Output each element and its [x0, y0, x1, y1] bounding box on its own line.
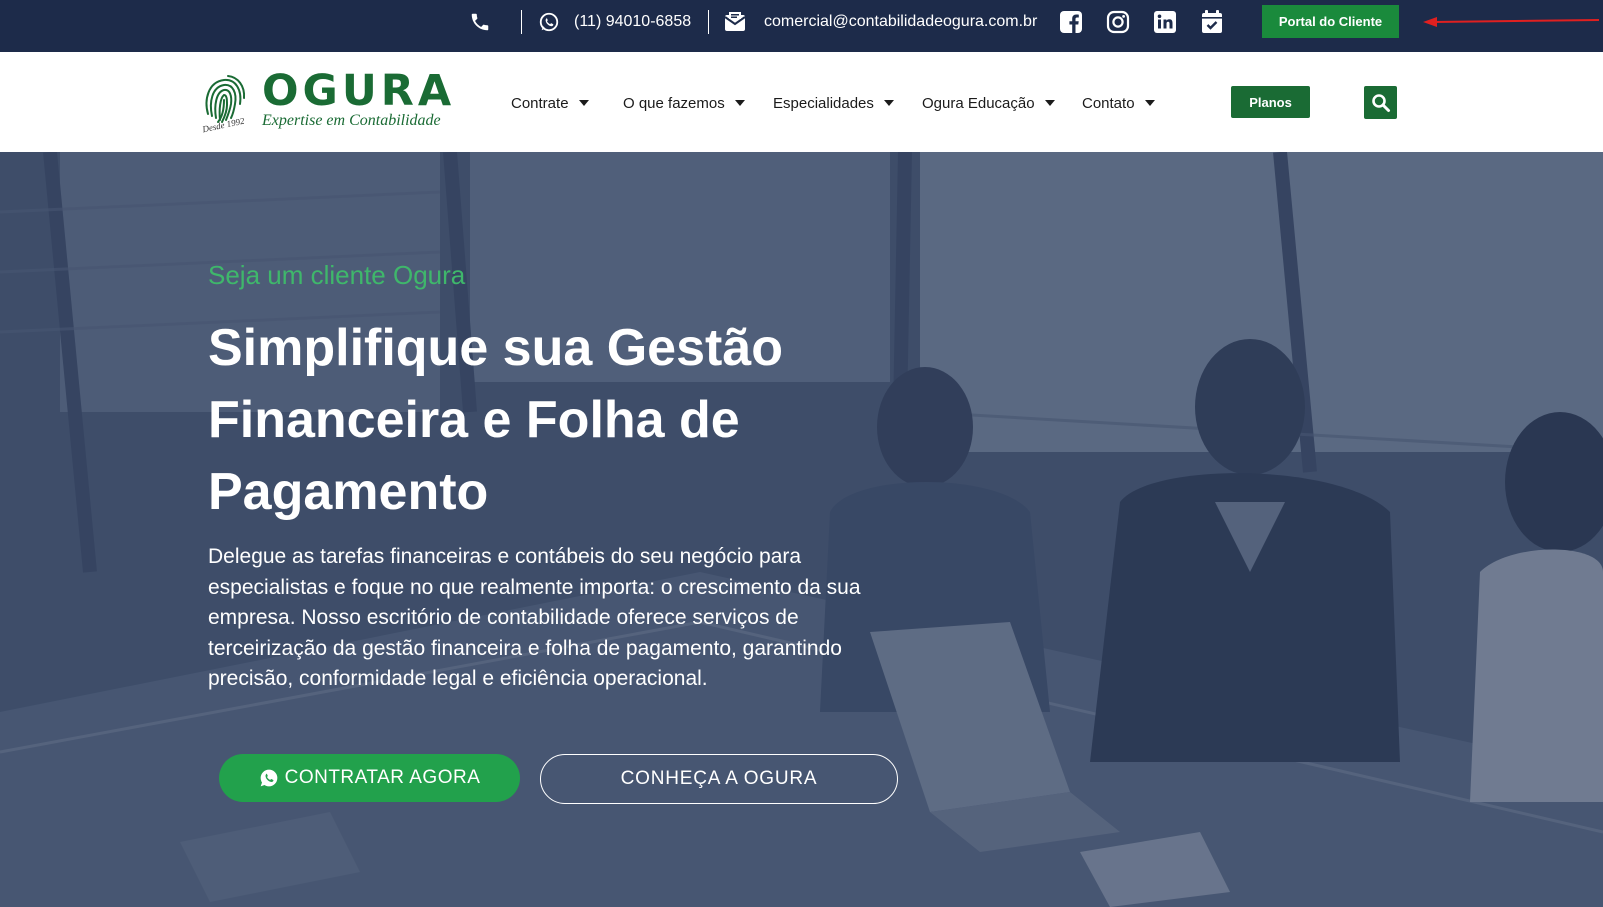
nav-item-label: O que fazemos [623, 94, 725, 112]
email-icon[interactable] [722, 9, 748, 35]
hero-eyebrow: Seja um cliente Ogura [208, 260, 466, 290]
caret-down-icon [1044, 100, 1055, 106]
site-header: Desde 1992 OGURA Expertise em Contabilid… [0, 52, 1603, 152]
caret-down-icon [883, 100, 894, 106]
nav-item-label: Contrate [511, 94, 569, 112]
nav-item-especialidades[interactable]: Especialidades [773, 92, 894, 114]
whatsapp-icon[interactable] [536, 9, 562, 35]
ogura-logo[interactable]: Desde 1992 OGURA Expertise em Contabilid… [200, 66, 451, 138]
planos-button[interactable]: Planos [1231, 86, 1310, 118]
logo-tagline: Expertise em Contabilidade [262, 112, 441, 129]
contract-now-label: CONTRATAR AGORA [284, 767, 481, 788]
annotation-arrow-icon [1423, 17, 1599, 27]
search-button[interactable] [1364, 86, 1397, 119]
client-portal-button[interactable]: Portal do Cliente [1262, 5, 1399, 38]
phone-number[interactable]: (11) 94010-6858 [574, 12, 691, 32]
nav-item-contrate[interactable]: Contrate [511, 92, 589, 114]
hero-section: Seja um cliente Ogura Simplifique sua Ge… [0, 152, 1603, 907]
phone-icon[interactable] [467, 9, 493, 35]
divider [521, 10, 522, 34]
linkedin-icon[interactable] [1152, 9, 1178, 35]
calendar-icon[interactable] [1199, 9, 1225, 35]
nav-item-ogura-educacao[interactable]: Ogura Educação [922, 92, 1055, 114]
caret-down-icon [1144, 100, 1155, 106]
nav-item-label: Especialidades [773, 94, 874, 112]
nav-item-contato[interactable]: Contato [1082, 92, 1155, 114]
search-icon [1371, 93, 1390, 112]
caret-down-icon [578, 100, 589, 106]
top-contact-bar: (11) 94010-6858 comercial@contabilidadeo… [0, 0, 1603, 52]
nav-item-o-que-fazemos[interactable]: O que fazemos [623, 92, 745, 114]
divider [708, 10, 709, 34]
nav-item-label: Contato [1082, 94, 1135, 112]
meet-ogura-button[interactable]: CONHEÇA A OGURA [540, 754, 898, 804]
caret-down-icon [734, 100, 745, 106]
contract-now-button[interactable]: CONTRATAR AGORA [219, 754, 520, 802]
logo-wordmark: OGURA [262, 66, 456, 116]
hero-title: Simplifique sua Gestão Financeira e Folh… [208, 319, 784, 521]
hero-description: Delegue as tarefas financeiras e contábe… [208, 545, 861, 690]
instagram-icon[interactable] [1105, 9, 1131, 35]
facebook-icon[interactable] [1058, 9, 1084, 35]
whatsapp-icon [260, 769, 277, 787]
email-address[interactable]: comercial@contabilidadeogura.com.br [764, 12, 1037, 32]
nav-item-label: Ogura Educação [922, 94, 1035, 112]
